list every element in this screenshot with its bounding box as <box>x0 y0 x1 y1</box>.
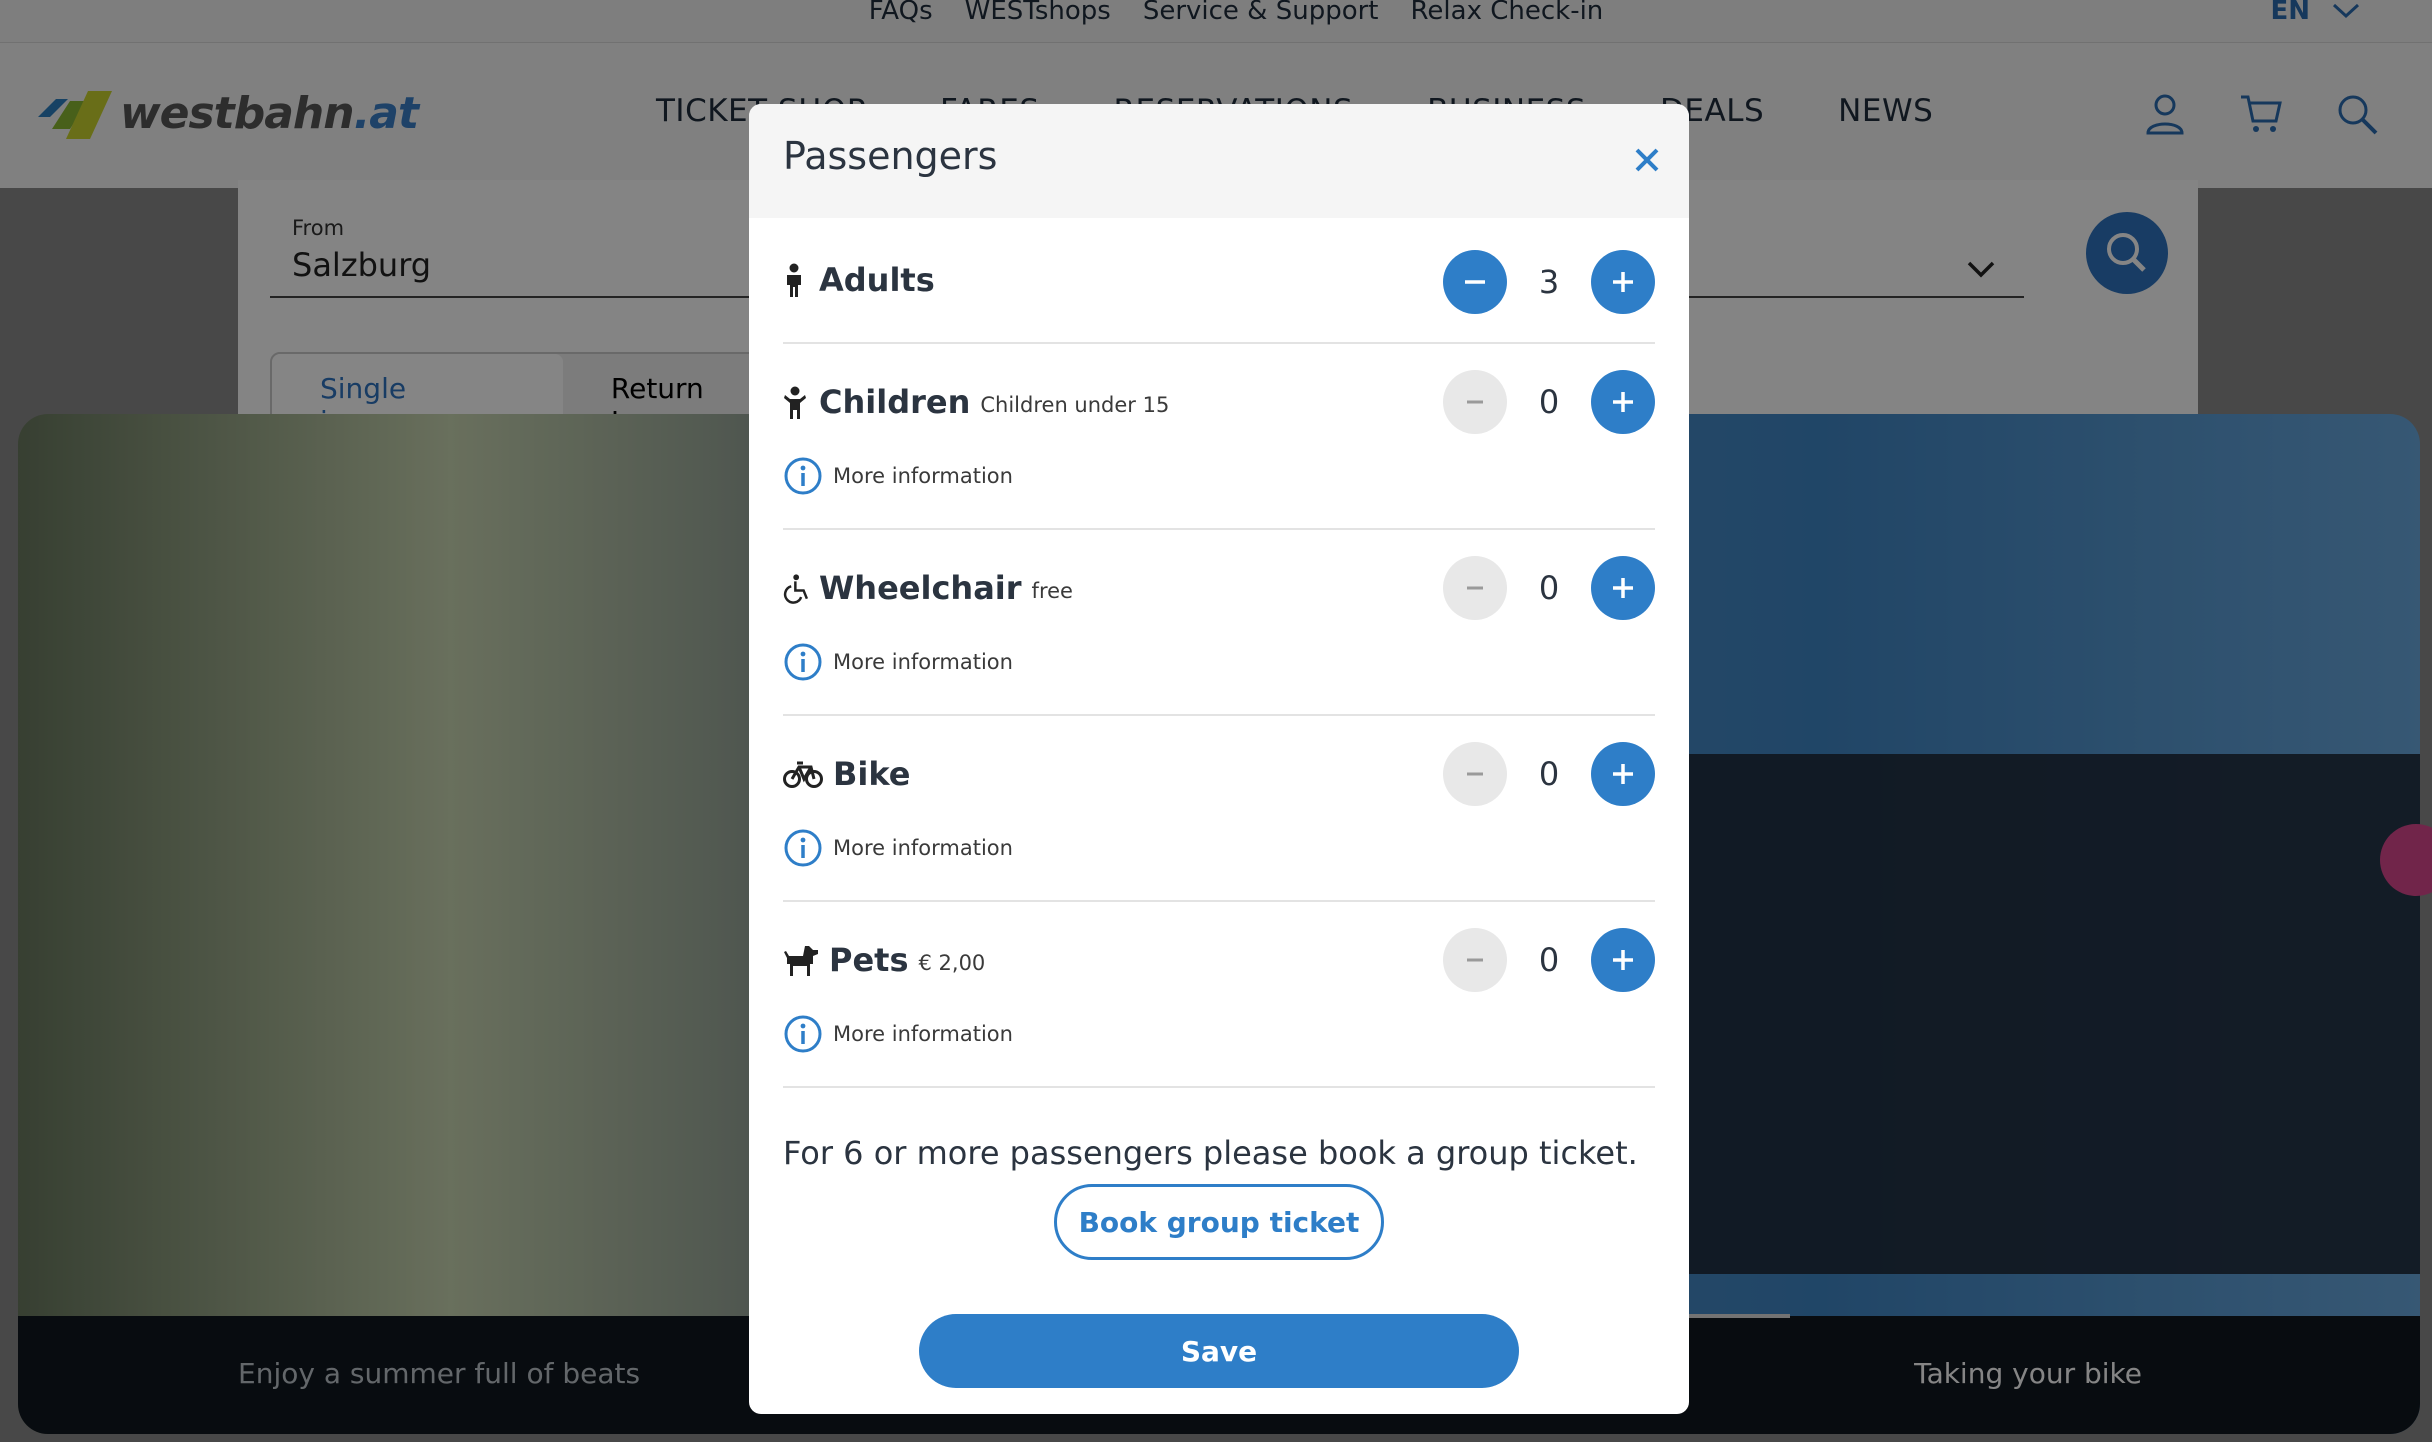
info-icon <box>784 643 822 681</box>
dog-icon <box>783 942 821 978</box>
info-icon <box>784 1015 822 1053</box>
book-group-ticket-button[interactable]: Book group ticket <box>1054 1184 1384 1260</box>
pets-decrement-button[interactable] <box>1443 928 1507 992</box>
adults-increment-button[interactable] <box>1591 250 1655 314</box>
wheelchair-count: 0 <box>1538 569 1560 607</box>
bike-icon <box>783 756 825 792</box>
more-info-text: More information <box>833 836 1013 860</box>
save-button[interactable]: Save <box>919 1314 1519 1388</box>
close-icon[interactable] <box>1627 140 1667 180</box>
passenger-row-pets: Pets € 2,00 0 More information <box>783 902 1655 1088</box>
passenger-row-bike: Bike 0 More information <box>783 716 1655 902</box>
plus-icon <box>1613 272 1633 292</box>
passenger-row-wheelchair: Wheelchair free 0 More information <box>783 530 1655 716</box>
minus-icon <box>1465 280 1485 284</box>
more-info-text: More information <box>833 1022 1013 1046</box>
passenger-row-adults: Adults 3 <box>783 218 1655 344</box>
info-icon <box>784 829 822 867</box>
children-increment-button[interactable] <box>1591 370 1655 434</box>
minus-icon <box>1467 958 1483 962</box>
child-icon <box>783 384 811 420</box>
row-sublabel: € 2,00 <box>918 951 986 975</box>
row-label: Children <box>819 383 971 421</box>
adults-stepper: 3 <box>1443 250 1655 314</box>
row-sublabel: free <box>1031 579 1073 603</box>
wheelchair-stepper: 0 <box>1443 556 1655 620</box>
bike-more-info-link[interactable]: More information <box>783 820 1655 900</box>
bike-decrement-button[interactable] <box>1443 742 1507 806</box>
children-stepper: 0 <box>1443 370 1655 434</box>
adults-count: 3 <box>1538 263 1560 301</box>
plus-icon <box>1613 764 1633 784</box>
more-info-text: More information <box>833 650 1013 674</box>
minus-icon <box>1467 772 1483 776</box>
row-label: Wheelchair <box>819 569 1022 607</box>
passenger-row-children: Children Children under 15 0 More inform… <box>783 344 1655 530</box>
wheelchair-decrement-button[interactable] <box>1443 556 1507 620</box>
pets-stepper: 0 <box>1443 928 1655 992</box>
bike-increment-button[interactable] <box>1591 742 1655 806</box>
wheelchair-increment-button[interactable] <box>1591 556 1655 620</box>
row-label: Pets <box>829 941 909 979</box>
modal-header: Passengers <box>749 104 1689 218</box>
pets-increment-button[interactable] <box>1591 928 1655 992</box>
minus-icon <box>1467 586 1483 590</box>
minus-icon <box>1467 400 1483 404</box>
modal-title: Passengers <box>783 134 998 178</box>
info-icon <box>784 457 822 495</box>
wheelchair-icon <box>783 570 811 606</box>
bike-stepper: 0 <box>1443 742 1655 806</box>
row-sublabel: Children under 15 <box>980 393 1170 417</box>
adults-decrement-button[interactable] <box>1443 250 1507 314</box>
person-icon <box>783 262 811 298</box>
bike-count: 0 <box>1538 755 1560 793</box>
passengers-modal: Passengers Adults 3 Children Children un… <box>749 104 1689 1414</box>
children-count: 0 <box>1538 383 1560 421</box>
row-label: Bike <box>833 755 911 793</box>
pets-more-info-link[interactable]: More information <box>783 1006 1655 1086</box>
children-more-info-link[interactable]: More information <box>783 448 1655 528</box>
plus-icon <box>1613 578 1633 598</box>
row-label: Adults <box>819 261 935 299</box>
more-info-text: More information <box>833 464 1013 488</box>
pets-count: 0 <box>1538 941 1560 979</box>
children-decrement-button[interactable] <box>1443 370 1507 434</box>
wheelchair-more-info-link[interactable]: More information <box>783 634 1655 714</box>
plus-icon <box>1613 392 1633 412</box>
group-ticket-notice: For 6 or more passengers please book a g… <box>783 1134 1638 1172</box>
plus-icon <box>1613 950 1633 970</box>
